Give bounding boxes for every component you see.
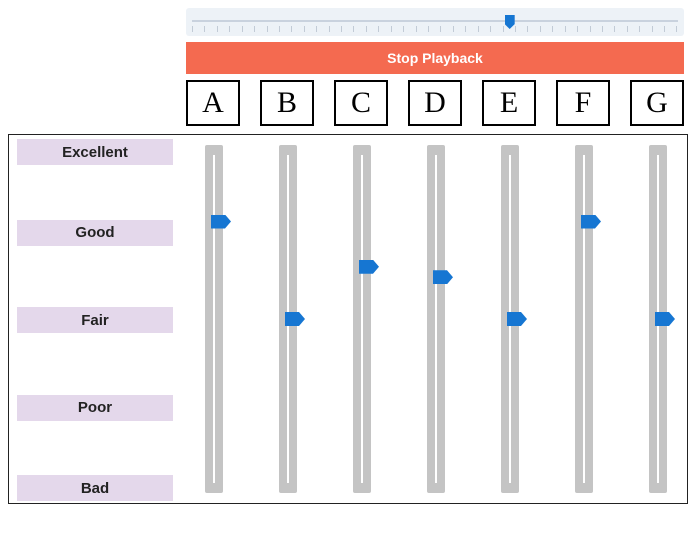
column-button-d[interactable]: D xyxy=(408,80,462,126)
rating-slider-rail xyxy=(501,145,519,493)
rating-band-bad: Bad xyxy=(17,475,173,501)
column-button-c[interactable]: C xyxy=(334,80,388,126)
rating-slider-inner-line xyxy=(361,155,363,483)
rating-slider-a[interactable] xyxy=(187,145,241,493)
rating-sliders xyxy=(187,145,685,493)
rating-slider-rail xyxy=(575,145,593,493)
rating-slider-g[interactable] xyxy=(631,145,685,493)
rating-slider-rail xyxy=(649,145,667,493)
rating-slider-thumb[interactable] xyxy=(211,215,231,229)
column-button-a[interactable]: A xyxy=(186,80,240,126)
rating-band-fair: Fair xyxy=(17,307,173,333)
rating-area: Excellent Good Fair Poor Bad xyxy=(8,134,688,504)
rating-slider-f[interactable] xyxy=(557,145,611,493)
rating-slider-thumb[interactable] xyxy=(655,312,675,326)
playback-slider[interactable] xyxy=(186,8,684,36)
rating-slider-d[interactable] xyxy=(409,145,463,493)
column-button-e[interactable]: E xyxy=(482,80,536,126)
rating-slider-inner-line xyxy=(435,155,437,483)
stop-playback-button[interactable]: Stop Playback xyxy=(186,42,684,74)
column-button-g[interactable]: G xyxy=(630,80,684,126)
rating-slider-rail xyxy=(353,145,371,493)
rating-slider-thumb[interactable] xyxy=(507,312,527,326)
rating-slider-inner-line xyxy=(583,155,585,483)
playback-slider-ticks xyxy=(192,26,678,32)
rating-slider-e[interactable] xyxy=(483,145,537,493)
rating-slider-thumb[interactable] xyxy=(359,260,379,274)
column-button-b[interactable]: B xyxy=(260,80,314,126)
playback-slider-track xyxy=(192,20,678,22)
rating-slider-thumb[interactable] xyxy=(581,215,601,229)
rating-slider-thumb[interactable] xyxy=(285,312,305,326)
rating-slider-thumb[interactable] xyxy=(433,270,453,284)
rating-slider-c[interactable] xyxy=(335,145,389,493)
column-button-f[interactable]: F xyxy=(556,80,610,126)
rating-band-poor: Poor xyxy=(17,395,173,421)
rating-slider-b[interactable] xyxy=(261,145,315,493)
rating-slider-rail xyxy=(427,145,445,493)
rating-slider-rail xyxy=(205,145,223,493)
rating-band-good: Good xyxy=(17,220,173,246)
column-buttons-row: ABCDEFG xyxy=(186,80,684,126)
rating-slider-rail xyxy=(279,145,297,493)
rating-band-excellent: Excellent xyxy=(17,139,173,165)
rating-slider-inner-line xyxy=(213,155,215,483)
